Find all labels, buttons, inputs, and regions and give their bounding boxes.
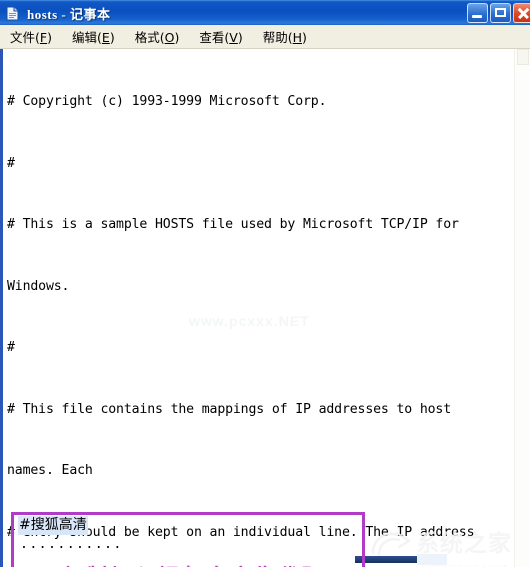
editor-line: #: [7, 155, 15, 171]
editor-text: # Copyright (c) 1993-1999 Microsoft Corp…: [7, 51, 514, 567]
menu-label-format: 格式: [134, 30, 160, 45]
menu-accel-help: H: [292, 30, 303, 45]
notepad-window: hosts - 记事本 文件(F) 编辑(E) 格式(O) 查看(V) 帮助(H…: [0, 0, 530, 567]
menu-label-edit: 编辑: [72, 30, 98, 45]
menu-item-format[interactable]: 格式(O): [133, 26, 182, 47]
minimize-button[interactable]: [467, 3, 488, 23]
annotation-box: #搜狐高清 ........... 复制加入视频去广告代码: [11, 512, 365, 567]
editor-line: # This file contains the mappings of IP …: [7, 401, 452, 417]
text-editor[interactable]: # Copyright (c) 1993-1999 Microsoft Corp…: [0, 49, 514, 567]
vertical-scrollbar[interactable]: [514, 49, 530, 567]
annotation-dots: ...........: [20, 537, 123, 552]
menu-accel-view: V: [229, 30, 238, 45]
editor-line: # This is a sample HOSTS file used by Mi…: [7, 217, 459, 232]
close-button[interactable]: [513, 3, 530, 23]
menu-label-view: 查看: [199, 30, 225, 45]
menu-accel-edit: E: [101, 30, 110, 45]
window-title: hosts - 记事本: [27, 6, 111, 22]
editor-line: names. Each: [7, 463, 93, 478]
menu-label-help: 帮助: [262, 30, 288, 45]
annotation-caption: 复制加入视频去广告代码: [62, 561, 326, 567]
window-controls: [467, 3, 530, 23]
horizontal-scrollbar-track[interactable]: [417, 554, 447, 565]
menu-item-file[interactable]: 文件(F): [8, 26, 54, 47]
notepad-document-icon: [5, 6, 20, 21]
editor-line: #: [7, 340, 15, 355]
vertical-scrollbar-thumb[interactable]: [517, 49, 529, 65]
editor-line: Windows.: [7, 278, 70, 294]
menu-item-edit[interactable]: 编辑(E): [70, 26, 117, 47]
menu-accel-format: O: [164, 30, 175, 45]
title-bar-left: hosts - 记事本: [0, 4, 111, 23]
menu-bar: 文件(F) 编辑(E) 格式(O) 查看(V) 帮助(H): [0, 25, 530, 49]
editor-line: # Copyright (c) 1993-1999 Microsoft Corp…: [7, 94, 327, 109]
client-area: # Copyright (c) 1993-1999 Microsoft Corp…: [0, 49, 530, 567]
menu-item-help[interactable]: 帮助(H): [261, 26, 309, 47]
menu-item-view[interactable]: 查看(V): [197, 26, 244, 47]
menu-label-file: 文件: [10, 30, 36, 45]
annotation-entry-text: #搜狐高清: [18, 516, 88, 535]
maximize-button[interactable]: [490, 3, 511, 23]
title-bar[interactable]: hosts - 记事本: [0, 0, 530, 25]
